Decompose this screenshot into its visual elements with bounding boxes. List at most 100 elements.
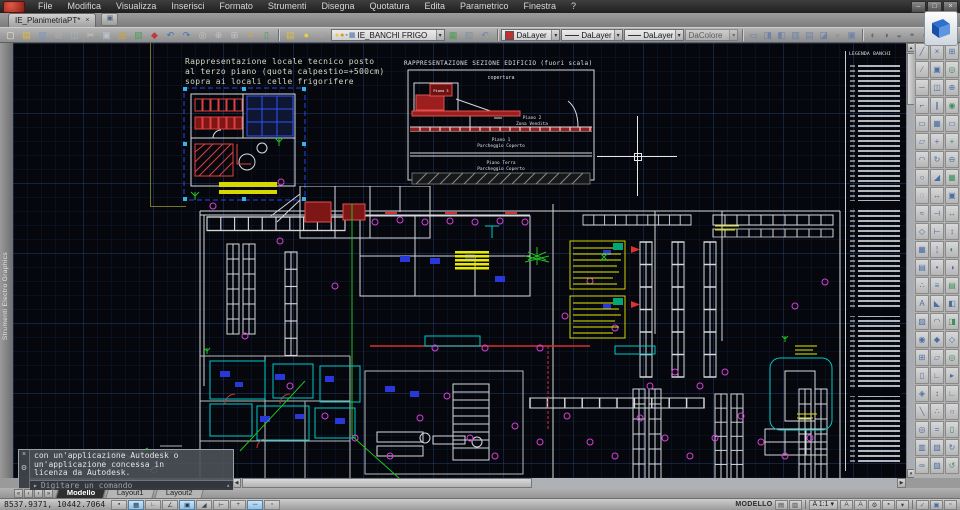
lwt-toggle[interactable]: ─ [247, 499, 264, 510]
measure-icon[interactable]: = [930, 421, 944, 438]
edit-layout-icon[interactable]: ▣ [845, 28, 858, 42]
menu-item[interactable]: File [31, 0, 60, 13]
menu-item[interactable]: Disegna [314, 0, 361, 13]
layer-dropdown[interactable]: ● ● ▪ ▦ IE_BANCHI FRIGO ▾ [330, 29, 445, 41]
cut-icon[interactable]: ✂ [83, 28, 98, 42]
zoom-out-icon[interactable]: ⊖ [945, 151, 959, 168]
plot-preview-icon[interactable]: ◫ [67, 28, 82, 42]
prev-tab-button[interactable]: ‹ [24, 489, 33, 498]
qp-toggle[interactable]: ▫ [264, 499, 281, 510]
zoom-object-icon[interactable]: ▭ [945, 115, 959, 132]
extend-icon[interactable]: ⊢ [930, 223, 944, 240]
ucs-icon[interactable]: ∟ [945, 385, 959, 402]
zoom-in-icon[interactable]: + [945, 133, 959, 150]
layer-previous-icon[interactable]: ↶ [478, 28, 493, 42]
draw-rectangle-icon[interactable]: ▭ [915, 115, 929, 132]
redraw-icon[interactable]: ↺ [945, 457, 959, 474]
layout-space-button[interactable]: ▥ [788, 499, 802, 510]
command-input[interactable]: ▸ Digitare un comando ▴ [30, 479, 233, 490]
dyn-toggle[interactable]: + [230, 499, 247, 510]
workspace-switching-button[interactable]: ⚙ [868, 499, 881, 510]
mirror-icon[interactable]: ◫ [930, 79, 944, 96]
menu-item[interactable]: Visualizza [109, 0, 163, 13]
qnew-icon[interactable]: ▢ [3, 28, 18, 42]
app-logo[interactable] [924, 11, 958, 46]
align-icon[interactable]: ∟ [930, 367, 944, 384]
open-icon[interactable]: ▤ [19, 28, 34, 42]
chamfer-icon[interactable]: ◣ [930, 295, 944, 312]
menu-item[interactable]: Formato [212, 0, 260, 13]
model-space-button[interactable]: ▤ [774, 499, 788, 510]
layer-bulb-icon[interactable]: ● [299, 28, 314, 42]
tray-check-icon[interactable]: ✓ [916, 499, 929, 510]
draw-xline-icon[interactable]: ∕ [915, 61, 929, 78]
ucs-world-icon[interactable]: ○ [945, 403, 959, 420]
view-left-button[interactable]: ◒ [893, 28, 905, 42]
ducs-toggle[interactable]: ⊢ [213, 499, 230, 510]
pedit-icon[interactable]: ▱ [930, 349, 944, 366]
zoom-extents-icon[interactable]: ▣ [945, 187, 959, 204]
regen-icon[interactable]: ↻ [945, 439, 959, 456]
close-icon[interactable]: × [22, 451, 26, 458]
viewport-icon[interactable]: ▯ [945, 421, 959, 438]
menu-item[interactable]: Strumenti [261, 0, 314, 13]
menu-item[interactable]: Finestra [517, 0, 564, 13]
draw-helix-icon[interactable]: ∞ [915, 457, 929, 474]
view-bottom-button[interactable]: ◑ [880, 28, 892, 42]
layer-match-icon[interactable]: ▧ [462, 28, 477, 42]
draw-mline-icon[interactable]: ╲ [915, 403, 929, 420]
ortho-toggle[interactable]: ∟ [145, 499, 162, 510]
menu-item[interactable]: Edita [418, 0, 453, 13]
draw-polygon-icon[interactable]: ▱ [915, 133, 929, 150]
move-icon[interactable]: + [930, 133, 944, 150]
pan-vertical-icon[interactable]: ↕ [945, 223, 959, 240]
otrack-toggle[interactable]: ◢ [196, 499, 213, 510]
snap-toggle[interactable]: ▪ [111, 499, 128, 510]
paste-icon[interactable]: ▨ [115, 28, 130, 42]
expand-icon[interactable]: ▴ [226, 482, 230, 489]
edit-image-icon[interactable]: ▫ [831, 28, 844, 42]
layer-properties-manager-icon[interactable]: ▤ [283, 28, 298, 42]
first-tab-button[interactable]: « [14, 489, 23, 498]
zoom-scale-icon[interactable]: ⊕ [945, 79, 959, 96]
edit-attrib-icon[interactable]: ▥ [789, 28, 802, 42]
menu-item[interactable]: ? [564, 0, 583, 13]
ungroup-icon[interactable]: ▨ [930, 457, 944, 474]
fillet-icon[interactable]: ◠ [930, 313, 944, 330]
redo-icon[interactable]: ↷ [179, 28, 194, 42]
copy-object-icon[interactable]: ▣ [930, 61, 944, 78]
application-menu-button[interactable] [3, 0, 25, 13]
last-tab-button[interactable]: » [44, 489, 53, 498]
new-drawing-button[interactable]: ▣ [101, 13, 119, 26]
chevron-down-icon[interactable]: ▾ [613, 30, 622, 40]
horizontal-scrollbar[interactable]: ◀ ▶ [232, 478, 906, 488]
draw-table-icon[interactable]: ▨ [915, 313, 929, 330]
clean-screen-button[interactable]: ▫ [944, 499, 957, 510]
draw-donut-icon[interactable]: ◉ [915, 331, 929, 348]
make-object-layer-current-icon[interactable]: ▦ [446, 28, 461, 42]
draw-polyline-icon[interactable]: ⌐ [915, 97, 929, 114]
linetype-dropdown[interactable]: DaLayer ▾ [561, 29, 623, 41]
next-tab-button[interactable]: › [34, 489, 43, 498]
break-at-point-icon[interactable]: • [930, 259, 944, 276]
tool-palettes-icon[interactable]: ▯ [259, 28, 274, 42]
front-view-icon[interactable]: ◧ [945, 295, 959, 312]
osnap-toggle[interactable]: ▣ [179, 499, 196, 510]
pan-icon[interactable]: ◎ [195, 28, 210, 42]
group-icon[interactable]: ▧ [930, 439, 944, 456]
annotation-visibility-button[interactable]: A [840, 499, 853, 510]
top-view-icon[interactable]: ◨ [945, 313, 959, 330]
edit-hatch-icon[interactable]: ◨ [761, 28, 774, 42]
lengthen-icon[interactable]: ↕ [930, 385, 944, 402]
pline-edit-icon[interactable]: ▭ [747, 28, 760, 42]
match-properties-icon[interactable]: ▧ [131, 28, 146, 42]
drawing-canvas[interactable]: Rappresentazione locale tecnico posto al… [13, 43, 906, 478]
chevron-down-icon[interactable]: ▾ [674, 30, 683, 40]
draw-text-icon[interactable]: A [915, 295, 929, 312]
block-editor-icon[interactable]: ◆ [147, 28, 162, 42]
lineweight-dropdown[interactable]: DaLayer ▾ [623, 29, 684, 41]
join-icon[interactable]: ≡ [930, 277, 944, 294]
pan-horizontal-icon[interactable]: ↔ [945, 205, 959, 222]
annotation-scale-button[interactable]: A 1:1 ▾ [808, 499, 838, 510]
properties-icon[interactable]: ≡ [243, 28, 258, 42]
